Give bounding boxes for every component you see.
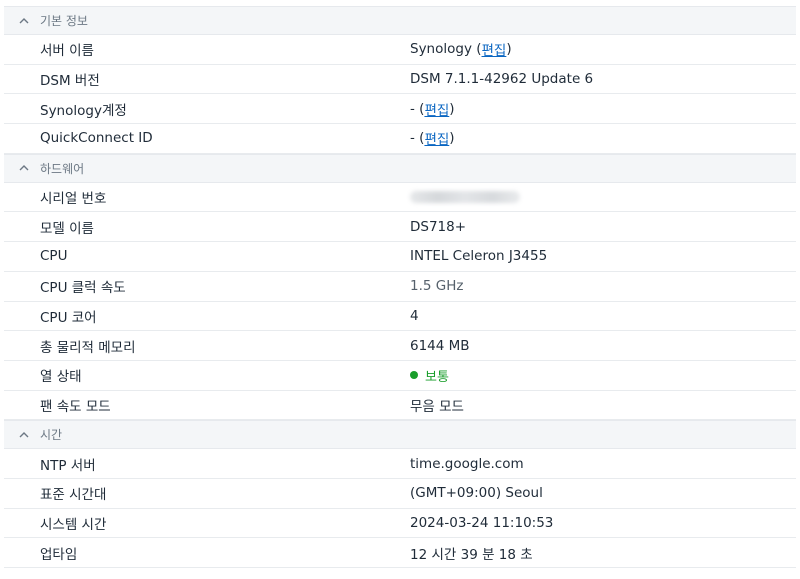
row-synology-account: Synology계정 - (편집) xyxy=(4,94,796,125)
row-physical-memory: 총 물리적 메모리 6144 MB xyxy=(4,331,796,361)
section-title: 하드웨어 xyxy=(40,161,85,176)
edit-server-name-link[interactable]: 편집 xyxy=(482,39,507,59)
row-model-name: 모델 이름 DS718+ xyxy=(4,212,796,243)
physical-memory-label: 총 물리적 메모리 xyxy=(40,339,136,356)
section-header-hardware[interactable]: 하드웨어 xyxy=(4,153,796,183)
dsm-version-label: DSM 버전 xyxy=(40,73,100,90)
ntp-server-value: time.google.com xyxy=(410,455,524,472)
serial-number-redacted xyxy=(410,191,520,204)
synology-account-value-group: - (편집) xyxy=(410,99,455,119)
cpu-value: INTEL Celeron J3455 xyxy=(410,248,548,265)
chevron-up-icon[interactable] xyxy=(17,161,31,175)
row-system-time: 시스템 시간 2024-03-24 11:10:53 xyxy=(4,509,796,539)
quickconnect-value-group: - (편집) xyxy=(410,128,455,149)
chevron-up-icon[interactable] xyxy=(17,14,31,28)
row-uptime: 업타임 12 시간 39 분 18 초 xyxy=(4,538,796,568)
uptime-value: 12 시간 39 분 18 초 xyxy=(410,546,533,563)
synology-account-label: Synology계정 xyxy=(40,102,127,119)
info-panel: 기본 정보 서버 이름 Synology (편집) DSM 버전 DSM 7.1… xyxy=(4,0,796,568)
row-server-name: 서버 이름 Synology (편집) xyxy=(4,35,796,65)
thermal-status-label: 열 상태 xyxy=(40,369,82,386)
serial-number-label: 시리얼 번호 xyxy=(40,191,107,208)
server-name-label: 서버 이름 xyxy=(40,43,94,60)
cpu-cores-value: 4 xyxy=(410,307,419,324)
row-cpu-clock: CPU 클럭 속도 1.5 GHz xyxy=(4,272,796,302)
row-ntp-server: NTP 서버 time.google.com xyxy=(4,449,796,479)
quickconnect-label: QuickConnect ID xyxy=(40,130,153,147)
status-dot-icon xyxy=(410,371,418,380)
section-header-time[interactable]: 시간 xyxy=(4,420,796,450)
fan-speed-mode-value: 무음 모드 xyxy=(410,398,464,415)
system-time-value: 2024-03-24 11:10:53 xyxy=(410,514,554,531)
server-name-value-group: Synology (편집) xyxy=(410,39,512,60)
dsm-version-value: DSM 7.1.1-42962 Update 6 xyxy=(410,71,594,88)
cpu-cores-label: CPU 코어 xyxy=(40,309,97,326)
row-dsm-version: DSM 버전 DSM 7.1.1-42962 Update 6 xyxy=(4,65,796,95)
model-name-label: 모델 이름 xyxy=(40,220,94,237)
row-timezone: 표준 시간대 (GMT+09:00) Seoul xyxy=(4,479,796,509)
system-time-label: 시스템 시간 xyxy=(40,516,107,533)
cpu-clock-value: 1.5 GHz xyxy=(410,278,464,295)
thermal-status-value-group: 보통 xyxy=(410,366,796,385)
chevron-up-icon[interactable] xyxy=(17,428,31,442)
row-cpu: CPU INTEL Celeron J3455 xyxy=(4,242,796,272)
edit-quickconnect-link[interactable]: 편집 xyxy=(424,128,449,148)
synology-account-value: - xyxy=(410,100,415,117)
section-title: 시간 xyxy=(40,428,63,443)
row-serial-number: 시리얼 번호 xyxy=(4,183,796,213)
physical-memory-value: 6144 MB xyxy=(410,337,470,354)
thermal-status-value: 보통 xyxy=(425,369,449,385)
cpu-clock-label: CPU 클럭 속도 xyxy=(40,280,126,297)
fan-speed-mode-label: 팬 속도 모드 xyxy=(40,398,111,415)
section-title: 기본 정보 xyxy=(40,14,88,28)
timezone-label: 표준 시간대 xyxy=(40,487,107,504)
uptime-label: 업타임 xyxy=(40,546,78,563)
section-header-basic-info[interactable]: 기본 정보 xyxy=(4,6,796,35)
model-name-value: DS718+ xyxy=(410,218,467,235)
row-quickconnect-id: QuickConnect ID - (편집) xyxy=(4,124,796,154)
edit-synology-account-link[interactable]: 편집 xyxy=(424,99,449,119)
row-cpu-cores: CPU 코어 4 xyxy=(4,302,796,332)
ntp-server-label: NTP 서버 xyxy=(40,457,96,474)
row-thermal-status: 열 상태 보통 xyxy=(4,361,796,391)
server-name-value: Synology xyxy=(410,41,472,58)
row-fan-speed-mode: 팬 속도 모드 무음 모드 xyxy=(4,391,796,421)
quickconnect-value: - xyxy=(410,130,415,147)
timezone-value: (GMT+09:00) Seoul xyxy=(410,485,543,502)
cpu-label: CPU xyxy=(40,248,68,265)
